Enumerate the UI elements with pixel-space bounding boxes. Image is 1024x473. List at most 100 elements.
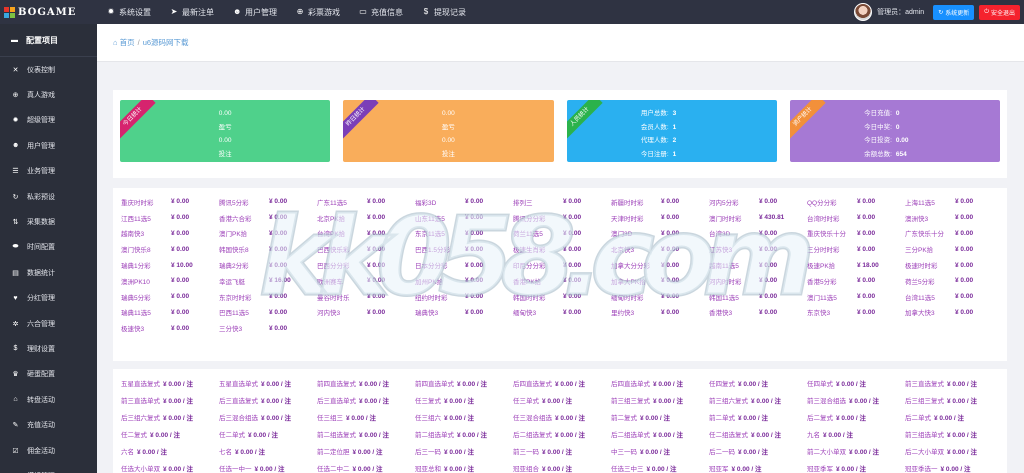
play-name[interactable]: 七名 [219, 446, 232, 456]
logout-button[interactable]: ⏻ 安全退出 [979, 4, 1020, 20]
play-name[interactable]: 中三一码 [611, 446, 637, 456]
play-name[interactable]: 前二组选复式 [317, 429, 356, 439]
topnav-item-2[interactable]: ☻ 用户管理 [223, 0, 286, 24]
lottery-name[interactable]: 加拿大PK拾 [611, 276, 661, 286]
play-name[interactable]: 九名 [807, 429, 820, 439]
play-name[interactable]: 前四直选单式 [415, 378, 454, 388]
sidebar-header[interactable]: ▬ 配置项目 [0, 24, 97, 57]
lottery-name[interactable]: 福彩3D [415, 197, 465, 207]
lottery-name[interactable]: 澳洲PK10 [121, 276, 171, 286]
lottery-name[interactable]: 香港六合彩 [219, 213, 269, 223]
lottery-name[interactable]: 荷兰5分彩 [905, 276, 955, 286]
play-name[interactable]: 任四单式 [807, 378, 833, 388]
lottery-name[interactable]: 东京快3 [807, 307, 857, 317]
lottery-name[interactable]: 幸运飞艇 [219, 276, 269, 286]
lottery-name[interactable]: 河内快3 [317, 307, 367, 317]
sidebar-item-8[interactable]: ▤ 数据统计 [0, 260, 97, 285]
lottery-name[interactable]: 缅甸快3 [513, 307, 563, 317]
breadcrumb-home[interactable]: 首页 [120, 37, 135, 48]
play-name[interactable]: 前三一码 [513, 446, 539, 456]
lottery-name[interactable]: 香港快3 [709, 307, 759, 317]
play-name[interactable]: 后二大小单双 [905, 446, 944, 456]
play-name[interactable]: 任二单式 [219, 429, 245, 439]
lottery-name[interactable]: 印尼分分彩 [513, 260, 563, 270]
play-name[interactable]: 冠亚军 [709, 463, 729, 473]
play-name[interactable]: 后三混合组选 [219, 412, 258, 422]
lottery-name[interactable]: 澳门时时彩 [709, 213, 759, 223]
play-name[interactable]: 任二复式 [121, 429, 147, 439]
lottery-name[interactable]: 巴西11选5 [219, 307, 269, 317]
sidebar-item-13[interactable]: ⌂ 转盘活动 [0, 387, 97, 412]
play-name[interactable]: 后三组六复式 [121, 412, 160, 422]
sidebar-item-2[interactable]: ✹ 超级管理 [0, 108, 97, 133]
lottery-name[interactable]: 香港5分彩 [807, 276, 857, 286]
sidebar-item-7[interactable]: ⬬ 时间配置 [0, 235, 97, 260]
play-name[interactable]: 后三直选单式 [317, 395, 356, 405]
play-name[interactable]: 后四直选复式 [513, 378, 552, 388]
lottery-name[interactable]: 瑞典快3 [415, 307, 465, 317]
sidebar-item-14[interactable]: ✎ 充值活动 [0, 412, 97, 437]
lottery-name[interactable]: 河内5分彩 [709, 197, 759, 207]
lottery-name[interactable]: QQ分分彩 [807, 197, 857, 207]
play-name[interactable]: 后三直选复式 [219, 395, 258, 405]
lottery-name[interactable]: 瑞典2分彩 [219, 260, 269, 270]
lottery-name[interactable]: 排列三 [513, 197, 563, 207]
lottery-name[interactable]: 加拿大快3 [905, 307, 955, 317]
sidebar-item-10[interactable]: ✲ 六合管理 [0, 311, 97, 336]
play-name[interactable]: 任三组三 [317, 412, 343, 422]
lottery-name[interactable]: 日本分分彩 [415, 260, 465, 270]
lottery-name[interactable]: 韩国11选5 [709, 292, 759, 302]
lottery-name[interactable]: 腾讯分分彩 [513, 213, 563, 223]
sidebar-item-5[interactable]: ↻ 私彩预设 [0, 184, 97, 209]
sidebar-item-9[interactable]: ♥ 分红管理 [0, 286, 97, 311]
lottery-name[interactable]: 巴西1.5分彩 [415, 244, 465, 254]
lottery-name[interactable]: 东京时时彩 [219, 292, 269, 302]
lottery-name[interactable]: 巴西快乐彩 [317, 244, 367, 254]
sidebar-item-3[interactable]: ☻ 用户管理 [0, 133, 97, 158]
play-name[interactable]: 前三组三复式 [611, 395, 650, 405]
lottery-name[interactable]: 荷兰11选5 [513, 228, 563, 238]
topnav-item-3[interactable]: ⊕ 彩票游戏 [286, 0, 349, 24]
play-name[interactable]: 任三混合组选 [513, 412, 552, 422]
lottery-name[interactable]: 瑞典11选5 [121, 307, 171, 317]
lottery-name[interactable]: 台湾11选5 [905, 292, 955, 302]
lottery-name[interactable]: 江西11选5 [121, 213, 171, 223]
lottery-name[interactable]: 欧洲赛车 [317, 276, 367, 286]
lottery-name[interactable]: 北京PK拾 [317, 213, 367, 223]
lottery-name[interactable]: 山东11选5 [415, 213, 465, 223]
breadcrumb-current[interactable]: u6源码网下载 [143, 37, 189, 48]
sidebar-item-6[interactable]: ⇅ 采集数据 [0, 209, 97, 234]
play-name[interactable]: 前三混合组选 [807, 395, 846, 405]
play-name[interactable]: 前四直选复式 [317, 378, 356, 388]
lottery-name[interactable]: 河内时时彩 [709, 276, 759, 286]
play-name[interactable]: 后二复式 [807, 412, 833, 422]
play-name[interactable]: 后三一码 [415, 446, 441, 456]
logo[interactable]: BOGAME [0, 0, 97, 24]
lottery-name[interactable]: 巴西分分彩 [317, 260, 367, 270]
lottery-name[interactable]: 澳门快乐8 [121, 244, 171, 254]
lottery-name[interactable]: 三分时时彩 [807, 244, 857, 254]
lottery-name[interactable]: 腾讯5分彩 [219, 197, 269, 207]
play-name[interactable]: 前二组选单式 [415, 429, 454, 439]
system-update-button[interactable]: ↻ 系统更新 [933, 4, 975, 20]
play-name[interactable]: 前二大小单双 [807, 446, 846, 456]
play-name[interactable]: 五星直选单式 [219, 378, 258, 388]
lottery-name[interactable]: 缅甸时时彩 [611, 292, 661, 302]
play-name[interactable]: 前二复式 [611, 412, 637, 422]
lottery-name[interactable]: 极速快3 [121, 323, 171, 333]
play-name[interactable]: 后二组选复式 [513, 429, 552, 439]
play-name[interactable]: 任选三中三 [611, 463, 644, 473]
lottery-name[interactable]: 越南快3 [121, 228, 171, 238]
play-name[interactable]: 前二定位胆 [317, 446, 350, 456]
topnav-item-4[interactable]: ▭ 充值信息 [349, 0, 412, 24]
sidebar-item-1[interactable]: ⊕ 真人游戏 [0, 82, 97, 107]
sidebar-item-15[interactable]: ☑ 佣金活动 [0, 438, 97, 463]
play-name[interactable]: 前三组六复式 [709, 395, 748, 405]
lottery-name[interactable]: 香港PK拾 [513, 276, 563, 286]
lottery-name[interactable]: 澳门PK拾 [219, 228, 269, 238]
lottery-name[interactable]: 极速生肖彩 [513, 244, 563, 254]
play-name[interactable]: 前三直选单式 [121, 395, 160, 405]
lottery-name[interactable]: 澳门3D [611, 228, 661, 238]
lottery-name[interactable]: 天津时时彩 [611, 213, 661, 223]
play-name[interactable]: 前三组选单式 [905, 429, 944, 439]
